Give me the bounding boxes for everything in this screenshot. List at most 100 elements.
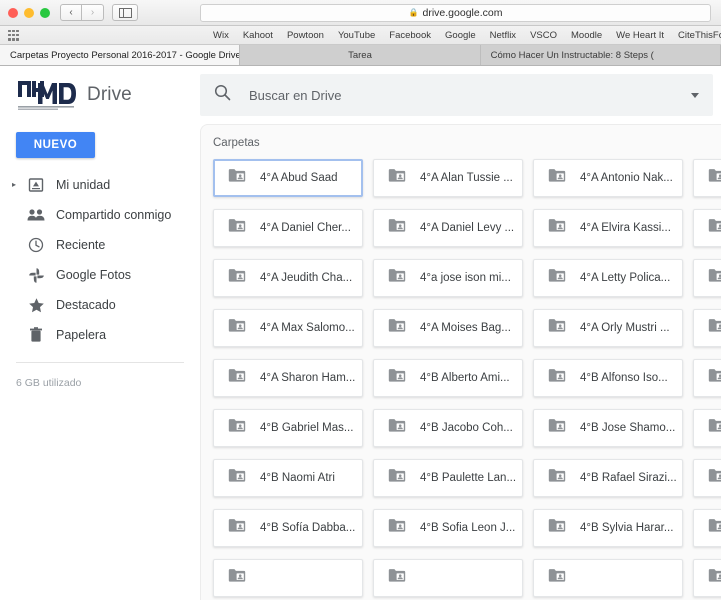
folder-card[interactable]: 4°A Alan Tussie ... [373, 159, 523, 197]
folder-card[interactable]: 4°a E [693, 209, 721, 247]
forward-button[interactable]: › [82, 4, 104, 21]
bookmark-google[interactable]: Google [445, 30, 476, 41]
folder-card[interactable] [213, 559, 363, 597]
shared-folder-icon [228, 568, 246, 588]
sidebar-item-mi-unidad[interactable]: ▸ Mi unidad [0, 170, 200, 200]
folder-card[interactable]: 4°B Gabriel Mas... [213, 409, 363, 447]
bookmark-moodle[interactable]: Moodle [571, 30, 602, 41]
folder-card[interactable]: 4°A Orly Mustri ... [533, 309, 683, 347]
shared-folder-icon [388, 518, 406, 538]
folder-card[interactable]: 4°A J [693, 259, 721, 297]
bookmarks-bar: Wix Kahoot Powtoon YouTube Facebook Goog… [0, 26, 721, 45]
folder-card[interactable]: 4°B T [693, 509, 721, 547]
folder-card[interactable]: 4°B J [693, 409, 721, 447]
search-options-chevron-down-icon[interactable] [691, 92, 699, 98]
google-drive-app: Drive Buscar en Drive NUEVO ▸ Mi unidad … [0, 66, 721, 600]
tab-tarea[interactable]: Tarea [240, 45, 481, 65]
folder-name: 4°B Sofia Leon J... [420, 522, 516, 534]
drive-header: Drive Buscar en Drive [0, 66, 721, 124]
folder-card[interactable]: 4°A Daniel Cher... [213, 209, 363, 247]
navigation-buttons: ‹ › [60, 4, 104, 21]
folder-card[interactable]: 4°B Alfonso Iso... [533, 359, 683, 397]
search-input[interactable]: Buscar en Drive [200, 74, 713, 116]
shared-folder-icon [388, 418, 406, 438]
shared-folder-icon [708, 518, 721, 538]
folder-card[interactable]: 4°A C [693, 159, 721, 197]
sidebar-item-reciente[interactable]: Reciente [0, 230, 200, 260]
shared-folder-icon [548, 168, 566, 188]
shared-folder-icon [388, 268, 406, 288]
sidebar-item-papelera[interactable]: Papelera [0, 320, 200, 350]
folder-card[interactable]: 4°A Letty Polica... [533, 259, 683, 297]
breadcrumb: Compartido conmigo › Carpetas Proyecto P… [201, 124, 721, 125]
folder-card[interactable]: 4°B Jacobo Coh... [373, 409, 523, 447]
folder-name: 4°A Abud Saad [260, 172, 338, 184]
folder-card[interactable]: 4°B Naomi Atri [213, 459, 363, 497]
folder-card[interactable]: 4°A Abud Saad [213, 159, 363, 197]
folder-card[interactable]: 4°B Sylvia Harar... [533, 509, 683, 547]
folder-card[interactable]: 4°A Jeudith Cha... [213, 259, 363, 297]
bookmark-facebook[interactable]: Facebook [389, 30, 431, 41]
sidebar-nav-list: ▸ Mi unidad Compartido conmigo Reciente … [0, 170, 200, 350]
section-label-carpetas: Carpetas [213, 137, 260, 149]
folder-card[interactable]: 4°A Antonio Nak... [533, 159, 683, 197]
shared-folder-icon [548, 368, 566, 388]
close-window-button[interactable] [8, 7, 18, 18]
folder-card[interactable]: 4°A Moises Bag... [373, 309, 523, 347]
bookmark-vsco[interactable]: VSCO [530, 30, 557, 41]
bookmark-wix[interactable]: Wix [213, 30, 229, 41]
folder-name: 4°B Naomi Atri [260, 472, 335, 484]
folder-card[interactable]: 4°a jose ison mi... [373, 259, 523, 297]
folder-card[interactable]: 4°B Rafael Sirazi... [533, 459, 683, 497]
folder-card[interactable]: 4°A Elvira Kassi... [533, 209, 683, 247]
maximize-window-button[interactable] [40, 7, 50, 18]
lock-icon: 🔒 [408, 7, 419, 17]
folder-card[interactable]: 4°B Jose Shamo... [533, 409, 683, 447]
minimize-window-button[interactable] [24, 7, 34, 18]
apps-grid-icon[interactable] [8, 29, 19, 41]
shared-folder-icon [548, 268, 566, 288]
shared-folder-icon [228, 268, 246, 288]
shared-folder-icon [708, 468, 721, 488]
folder-name: 4°A Daniel Levy ... [420, 222, 515, 234]
bookmark-kahoot[interactable]: Kahoot [243, 30, 273, 41]
sidebar-toggle-icon[interactable] [112, 4, 138, 21]
star-icon [22, 297, 50, 314]
folder-card[interactable]: 4°B Sofía Dabba... [213, 509, 363, 547]
sidebar-item-google-fotos[interactable]: Google Fotos [0, 260, 200, 290]
sidebar-item-destacado[interactable]: Destacado [0, 290, 200, 320]
sidebar: NUEVO ▸ Mi unidad Compartido conmigo Rec… [0, 124, 200, 600]
back-button[interactable]: ‹ [60, 4, 82, 21]
folder-card[interactable]: 4°B C [693, 359, 721, 397]
tab-google-drive[interactable]: Carpetas Proyecto Personal 2016-2017 - G… [0, 45, 241, 65]
bookmark-citethisforme[interactable]: CiteThisForMe [678, 30, 721, 41]
bookmark-powtoon[interactable]: Powtoon [287, 30, 324, 41]
folder-card[interactable]: 4°A Max Salomo... [213, 309, 363, 347]
new-button[interactable]: NUEVO [16, 132, 95, 158]
bookmark-youtube[interactable]: YouTube [338, 30, 375, 41]
address-bar[interactable]: 🔒 drive.google.com [200, 3, 711, 22]
tab-instructable[interactable]: Cómo Hacer Un Instructable: 8 Steps ( [480, 45, 721, 65]
address-bar-url: drive.google.com [422, 6, 503, 19]
drive-brand-name: Drive [87, 84, 132, 105]
folder-name: 4°B Rafael Sirazi... [580, 472, 677, 484]
folder-card[interactable]: 4°B Paulette Lan... [373, 459, 523, 497]
drive-brand[interactable]: Drive [0, 78, 200, 112]
bookmark-netflix[interactable]: Netflix [490, 30, 516, 41]
folder-name: 4°a jose ison mi... [420, 272, 511, 284]
folder-card[interactable]: 4°A Sharon Ham... [213, 359, 363, 397]
folder-card[interactable] [693, 559, 721, 597]
folder-card[interactable]: 4°B Alberto Ami... [373, 359, 523, 397]
folder-card[interactable]: 4°B N [693, 459, 721, 497]
expand-chevron-right-icon[interactable]: ▸ [6, 181, 22, 189]
folder-card[interactable]: 4°A Daniel Levy ... [373, 209, 523, 247]
sidebar-item-compartido-conmigo[interactable]: Compartido conmigo [0, 200, 200, 230]
folder-card[interactable] [533, 559, 683, 597]
folder-card[interactable] [373, 559, 523, 597]
folder-card[interactable]: 4°A P [693, 309, 721, 347]
tab-bar: Carpetas Proyecto Personal 2016-2017 - G… [0, 45, 721, 66]
folder-card[interactable]: 4°B Sofia Leon J... [373, 509, 523, 547]
shared-folder-icon [548, 568, 566, 588]
bookmark-we-heart-it[interactable]: We Heart It [616, 30, 664, 41]
shared-folder-icon [708, 368, 721, 388]
